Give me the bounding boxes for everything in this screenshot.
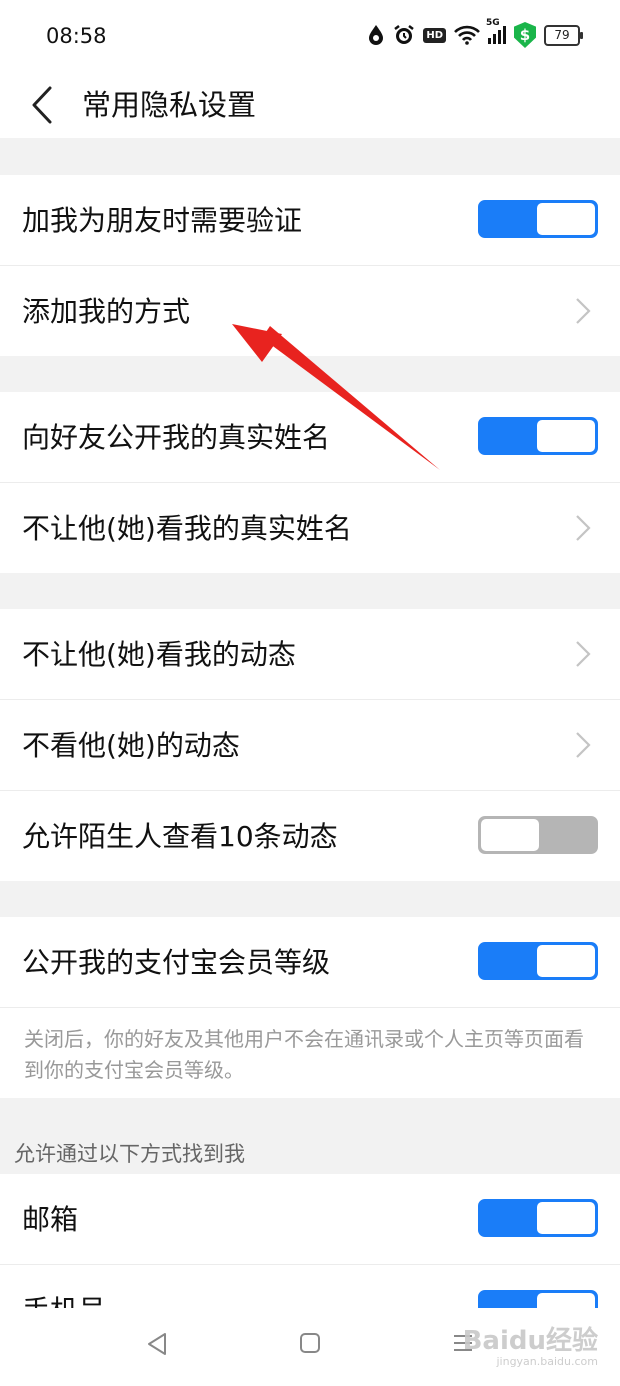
drop-icon	[369, 25, 384, 45]
setting-row-member-level[interactable]: 公开我的支付宝会员等级	[0, 917, 620, 1008]
chevron-right-icon	[576, 641, 591, 667]
cellular-signal-icon: 5G	[486, 18, 506, 44]
status-time: 08:58	[46, 24, 107, 48]
member-level-toggle[interactable]	[478, 942, 598, 980]
page-title: 常用隐私设置	[82, 88, 257, 122]
page-header: 常用隐私设置	[0, 70, 620, 138]
watermark-logo: Baidu经验 jingyan.baidu.com	[463, 1320, 598, 1368]
hd-icon: HD	[423, 27, 446, 43]
nav-back-icon[interactable]	[146, 1332, 168, 1356]
watermark-url: jingyan.baidu.com	[496, 1355, 598, 1368]
email-toggle[interactable]	[478, 1199, 598, 1237]
setting-label: 不让他(她)看我的动态	[22, 638, 296, 671]
chevron-right-icon	[576, 732, 591, 758]
setting-label: 不让他(她)看我的真实姓名	[22, 512, 352, 545]
setting-row-phone[interactable]: 手机号	[0, 1265, 620, 1308]
network-type: 5G	[486, 18, 500, 28]
setting-row-hide-their-moments[interactable]: 不看他(她)的动态	[0, 700, 620, 791]
setting-row-email[interactable]: 邮箱	[0, 1174, 620, 1265]
alarm-icon	[394, 25, 415, 44]
battery-icon: 79	[544, 24, 583, 46]
battery-level: 79	[554, 28, 570, 42]
settings-group-real-name: 向好友公开我的真实姓名 不让他(她)看我的真实姓名	[0, 392, 620, 573]
setting-label: 手机号	[22, 1289, 106, 1308]
status-icons: HD 5G $ 79	[367, 18, 583, 48]
setting-label: 邮箱	[22, 1203, 79, 1236]
chevron-right-icon	[576, 298, 591, 324]
member-level-note: 关闭后，你的好友及其他用户不会在通讯录或个人主页等页面看到你的支付宝会员等级。	[24, 1027, 584, 1082]
setting-label: 公开我的支付宝会员等级	[22, 946, 331, 979]
system-nav-bar: Baidu经验 jingyan.baidu.com	[0, 1308, 620, 1386]
show-real-name-toggle[interactable]	[478, 417, 598, 455]
setting-row-friend-verification[interactable]: 加我为朋友时需要验证	[0, 175, 620, 266]
watermark-brand: Baidu经验	[462, 1326, 598, 1356]
setting-label: 加我为朋友时需要验证	[22, 204, 303, 237]
setting-row-hide-my-moments[interactable]: 不让他(她)看我的动态	[0, 609, 620, 700]
section-label-find-me: 允许通过以下方式找到我	[14, 1142, 245, 1166]
settings-group-friend-verify: 加我为朋友时需要验证 添加我的方式	[0, 175, 620, 356]
setting-row-show-real-name[interactable]: 向好友公开我的真实姓名	[0, 392, 620, 483]
setting-row-stranger-moments[interactable]: 允许陌生人查看10条动态	[0, 791, 620, 881]
setting-label: 不看他(她)的动态	[22, 729, 240, 762]
settings-group-moments: 不让他(她)看我的动态 不看他(她)的动态 允许陌生人查看10条动态	[0, 609, 620, 881]
setting-label: 添加我的方式	[22, 295, 191, 328]
status-bar: 08:58 HD 5G $ 79	[0, 0, 620, 70]
back-button[interactable]	[28, 80, 68, 128]
settings-group-member-level: 公开我的支付宝会员等级 关闭后，你的好友及其他用户不会在通讯录或个人主页等页面看…	[0, 917, 620, 1098]
setting-row-hide-real-name[interactable]: 不让他(她)看我的真实姓名	[0, 483, 620, 573]
nav-home-icon[interactable]	[299, 1332, 321, 1354]
setting-row-add-me-methods[interactable]: 添加我的方式	[0, 266, 620, 356]
setting-label: 向好友公开我的真实姓名	[22, 421, 331, 454]
chevron-right-icon	[576, 515, 591, 541]
phone-toggle[interactable]	[478, 1290, 598, 1308]
wifi-icon	[454, 25, 480, 45]
settings-group-find-me: 邮箱 手机号	[0, 1174, 620, 1308]
security-shield-icon: $	[514, 22, 536, 48]
stranger-moments-toggle[interactable]	[478, 816, 598, 854]
setting-label: 允许陌生人查看10条动态	[22, 820, 338, 853]
friend-verification-toggle[interactable]	[478, 200, 598, 238]
back-arrow-icon	[32, 86, 52, 124]
